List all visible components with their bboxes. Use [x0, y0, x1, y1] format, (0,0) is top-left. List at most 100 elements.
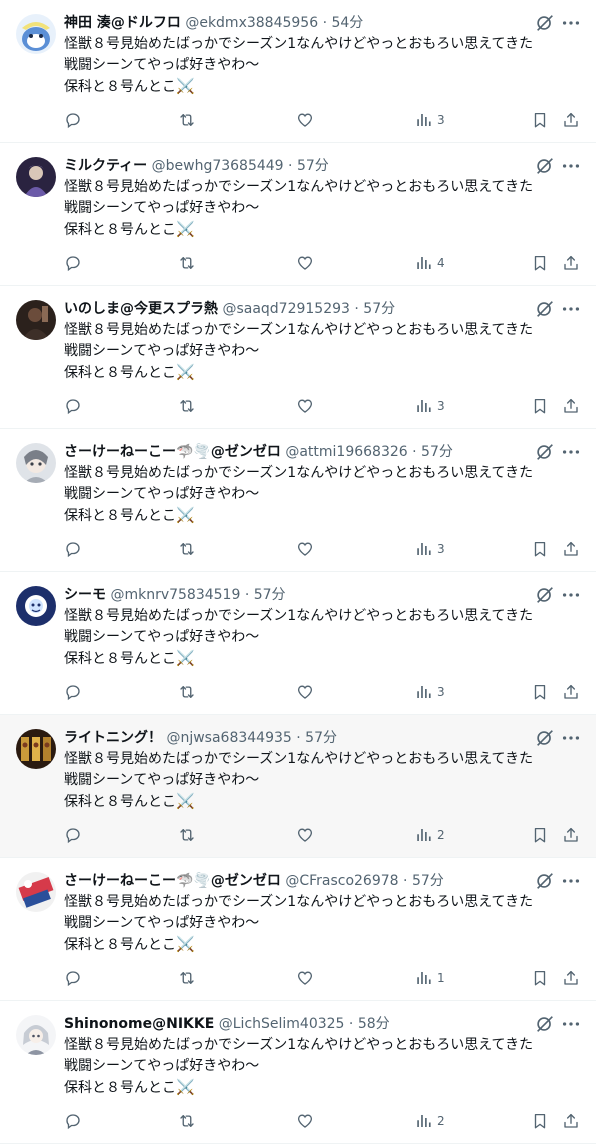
- retweet-button[interactable]: [178, 966, 196, 990]
- reply-button[interactable]: [64, 251, 82, 275]
- like-button[interactable]: [296, 251, 314, 275]
- display-name[interactable]: 神田 湊@ドルフロ: [64, 15, 181, 31]
- bookmark-button[interactable]: [531, 537, 549, 561]
- share-button[interactable]: [562, 823, 580, 847]
- avatar[interactable]: [16, 443, 56, 483]
- views-button[interactable]: 4: [415, 251, 445, 275]
- post-time[interactable]: 54分: [331, 15, 363, 31]
- display-name[interactable]: さーけーねーこー🦈🌪️@ゼンゼロ: [64, 444, 281, 460]
- user-handle[interactable]: @CFrasco26978: [285, 873, 398, 889]
- views-button[interactable]: 3: [415, 537, 445, 561]
- views-button[interactable]: 2: [415, 1109, 445, 1133]
- avatar[interactable]: [16, 300, 56, 340]
- views-button[interactable]: 3: [415, 108, 445, 132]
- post[interactable]: 神田 湊@ドルフロ @ekdmx38845956 · 54分 怪獣８号見始めたば…: [0, 0, 596, 143]
- display-name[interactable]: ライトニング！: [64, 730, 162, 746]
- post-time[interactable]: 57分: [412, 873, 444, 889]
- post[interactable]: いのしま@今更スプラ熱 @saaqd72915293 · 57分 怪獣８号見始め…: [0, 286, 596, 429]
- display-name[interactable]: ミルクティー: [64, 158, 147, 174]
- post[interactable]: さーけーねーこー🦈🌪️@ゼンゼロ @attmi19668326 · 57分 怪獣…: [0, 429, 596, 572]
- share-button[interactable]: [562, 680, 580, 704]
- reply-button[interactable]: [64, 966, 82, 990]
- share-button[interactable]: [562, 251, 580, 275]
- post[interactable]: ライトニング！ @njwsa68344935 · 57分 怪獣８号見始めたばっか…: [0, 715, 596, 858]
- more-icon[interactable]: [560, 155, 582, 177]
- user-handle[interactable]: @LichSelim40325: [219, 1016, 345, 1032]
- bookmark-button[interactable]: [531, 966, 549, 990]
- views-button[interactable]: 3: [415, 680, 445, 704]
- avatar[interactable]: [16, 872, 56, 912]
- views-button[interactable]: 1: [415, 966, 445, 990]
- reply-button[interactable]: [64, 823, 82, 847]
- avatar[interactable]: [16, 1015, 56, 1055]
- retweet-button[interactable]: [178, 823, 196, 847]
- reply-button[interactable]: [64, 680, 82, 704]
- display-name[interactable]: さーけーねーこー🦈🌪️@ゼンゼロ: [64, 873, 281, 889]
- avatar[interactable]: [16, 14, 56, 54]
- like-button[interactable]: [296, 1109, 314, 1133]
- post-time[interactable]: 57分: [363, 301, 395, 317]
- bookmark-button[interactable]: [531, 680, 549, 704]
- like-button[interactable]: [296, 966, 314, 990]
- share-button[interactable]: [562, 966, 580, 990]
- retweet-button[interactable]: [178, 537, 196, 561]
- reply-button[interactable]: [64, 1109, 82, 1133]
- views-button[interactable]: 3: [415, 394, 445, 418]
- grok-icon[interactable]: [534, 584, 556, 606]
- views-button[interactable]: 2: [415, 823, 445, 847]
- user-handle[interactable]: @bewhg73685449: [152, 158, 284, 174]
- post-time[interactable]: 57分: [297, 158, 329, 174]
- reply-button[interactable]: [64, 537, 82, 561]
- display-name[interactable]: シーモ: [64, 587, 106, 603]
- post-time[interactable]: 57分: [305, 730, 337, 746]
- more-icon[interactable]: [560, 584, 582, 606]
- grok-icon[interactable]: [534, 441, 556, 463]
- user-handle[interactable]: @saaqd72915293: [222, 301, 349, 317]
- bookmark-button[interactable]: [531, 1109, 549, 1133]
- bookmark-button[interactable]: [531, 108, 549, 132]
- more-icon[interactable]: [560, 298, 582, 320]
- share-button[interactable]: [562, 1109, 580, 1133]
- post-time[interactable]: 57分: [421, 444, 453, 460]
- grok-icon[interactable]: [534, 1013, 556, 1035]
- post[interactable]: ミルクティー @bewhg73685449 · 57分 怪獣８号見始めたばっかで…: [0, 143, 596, 286]
- grok-icon[interactable]: [534, 298, 556, 320]
- bookmark-button[interactable]: [531, 823, 549, 847]
- retweet-button[interactable]: [178, 1109, 196, 1133]
- more-icon[interactable]: [560, 441, 582, 463]
- grok-icon[interactable]: [534, 12, 556, 34]
- more-icon[interactable]: [560, 870, 582, 892]
- post-time[interactable]: 58分: [358, 1016, 390, 1032]
- share-button[interactable]: [562, 108, 580, 132]
- avatar[interactable]: [16, 586, 56, 626]
- retweet-button[interactable]: [178, 680, 196, 704]
- avatar[interactable]: [16, 729, 56, 769]
- share-button[interactable]: [562, 537, 580, 561]
- grok-icon[interactable]: [534, 727, 556, 749]
- display-name[interactable]: いのしま@今更スプラ熱: [64, 301, 218, 317]
- retweet-button[interactable]: [178, 108, 196, 132]
- like-button[interactable]: [296, 537, 314, 561]
- grok-icon[interactable]: [534, 155, 556, 177]
- user-handle[interactable]: @ekdmx38845956: [185, 15, 318, 31]
- user-handle[interactable]: @attmi19668326: [285, 444, 407, 460]
- bookmark-button[interactable]: [531, 394, 549, 418]
- user-handle[interactable]: @mknrv75834519: [110, 587, 240, 603]
- post[interactable]: さーけーねーこー🦈🌪️@ゼンゼロ @CFrasco26978 · 57分 怪獣８…: [0, 858, 596, 1001]
- like-button[interactable]: [296, 680, 314, 704]
- avatar[interactable]: [16, 157, 56, 197]
- retweet-button[interactable]: [178, 251, 196, 275]
- reply-button[interactable]: [64, 394, 82, 418]
- retweet-button[interactable]: [178, 394, 196, 418]
- user-handle[interactable]: @njwsa68344935: [166, 730, 291, 746]
- share-button[interactable]: [562, 394, 580, 418]
- display-name[interactable]: Shinonome@NIKKE: [64, 1016, 214, 1032]
- grok-icon[interactable]: [534, 870, 556, 892]
- bookmark-button[interactable]: [531, 251, 549, 275]
- like-button[interactable]: [296, 823, 314, 847]
- post[interactable]: シーモ @mknrv75834519 · 57分 怪獣８号見始めたばっかでシーズ…: [0, 572, 596, 715]
- post-time[interactable]: 57分: [254, 587, 286, 603]
- like-button[interactable]: [296, 108, 314, 132]
- reply-button[interactable]: [64, 108, 82, 132]
- more-icon[interactable]: [560, 1013, 582, 1035]
